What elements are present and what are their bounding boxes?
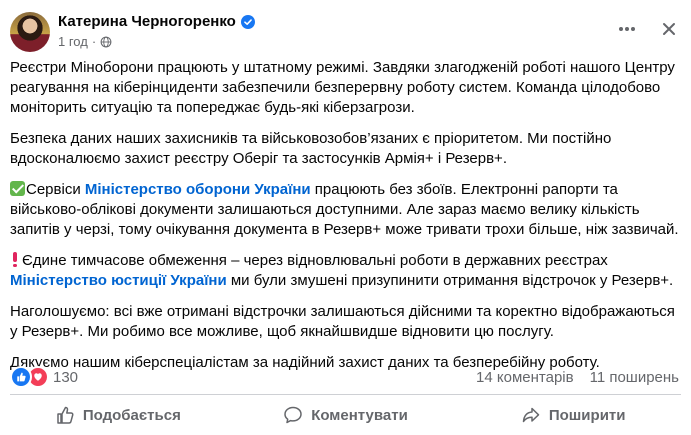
post-header: Катерина Черногоренко 1 год · xyxy=(10,7,681,53)
share-arrow-icon xyxy=(522,407,540,423)
comments-count[interactable]: 14 коментарів xyxy=(476,369,574,386)
header-actions xyxy=(615,17,681,41)
close-button[interactable] xyxy=(657,17,681,41)
comment-label: Коментувати xyxy=(311,406,408,424)
paragraph-2: Безпека даних наших захисників та військ… xyxy=(10,130,612,167)
author-row: Катерина Черногоренко xyxy=(58,13,255,30)
stats-right: 14 коментарів 11 поширень xyxy=(476,369,679,386)
check-mark-icon xyxy=(10,181,25,196)
comment-bubble-icon xyxy=(284,406,302,424)
thumbs-up-icon xyxy=(57,406,74,424)
more-horizontal-icon xyxy=(619,27,635,31)
like-button[interactable]: Подобається xyxy=(4,398,232,432)
paragraph-4-pre: Єдине тимчасове обмеження – через віднов… xyxy=(22,252,608,269)
post-meta: 1 год · xyxy=(58,34,112,49)
paragraph-3: Сервіси Міністерство оборони України пра… xyxy=(10,180,684,240)
like-label: Подобається xyxy=(82,406,181,424)
post-text: Реєстри Міноборони працюють у штатному р… xyxy=(10,58,684,384)
paragraph-4: Єдине тимчасове обмеження – через віднов… xyxy=(10,251,684,291)
meta-separator: · xyxy=(91,34,97,49)
post-timestamp[interactable]: 1 год xyxy=(58,34,88,49)
paragraph-5: Наголошуємо: всі вже отримані відстрочки… xyxy=(10,303,675,340)
paragraph-4-post: ми були змушені призупинити отримання ві… xyxy=(226,272,674,289)
author-avatar[interactable] xyxy=(10,12,50,52)
facebook-post: Катерина Черногоренко 1 год · Реєстри Мі… xyxy=(0,0,691,435)
actions-divider xyxy=(10,394,681,395)
author-name[interactable]: Катерина Черногоренко xyxy=(58,13,236,30)
comment-button[interactable]: Коментувати xyxy=(232,398,460,432)
like-reaction-icon xyxy=(10,366,32,388)
verified-badge-icon xyxy=(240,14,255,29)
globe-icon[interactable] xyxy=(100,36,112,48)
post-actions: Подобається Коментувати Поширити xyxy=(4,398,687,432)
reactions-count: 130 xyxy=(53,368,79,386)
paragraph-3-pre: Сервіси xyxy=(26,181,85,198)
post-stats: 130 14 коментарів 11 поширень xyxy=(10,366,679,388)
paragraph-1: Реєстри Міноборони працюють у штатному р… xyxy=(10,59,675,116)
reactions-summary[interactable]: 130 xyxy=(10,366,78,388)
more-options-button[interactable] xyxy=(615,17,639,41)
share-button[interactable]: Поширити xyxy=(459,398,687,432)
mention-ministry-justice[interactable]: Міністерство юстиції України xyxy=(10,272,227,289)
close-icon xyxy=(663,23,675,35)
share-label: Поширити xyxy=(548,406,626,424)
exclamation-icon xyxy=(11,252,19,267)
shares-count[interactable]: 11 поширень xyxy=(590,369,679,386)
mention-ministry-defense[interactable]: Міністерство оборони України xyxy=(85,181,311,198)
